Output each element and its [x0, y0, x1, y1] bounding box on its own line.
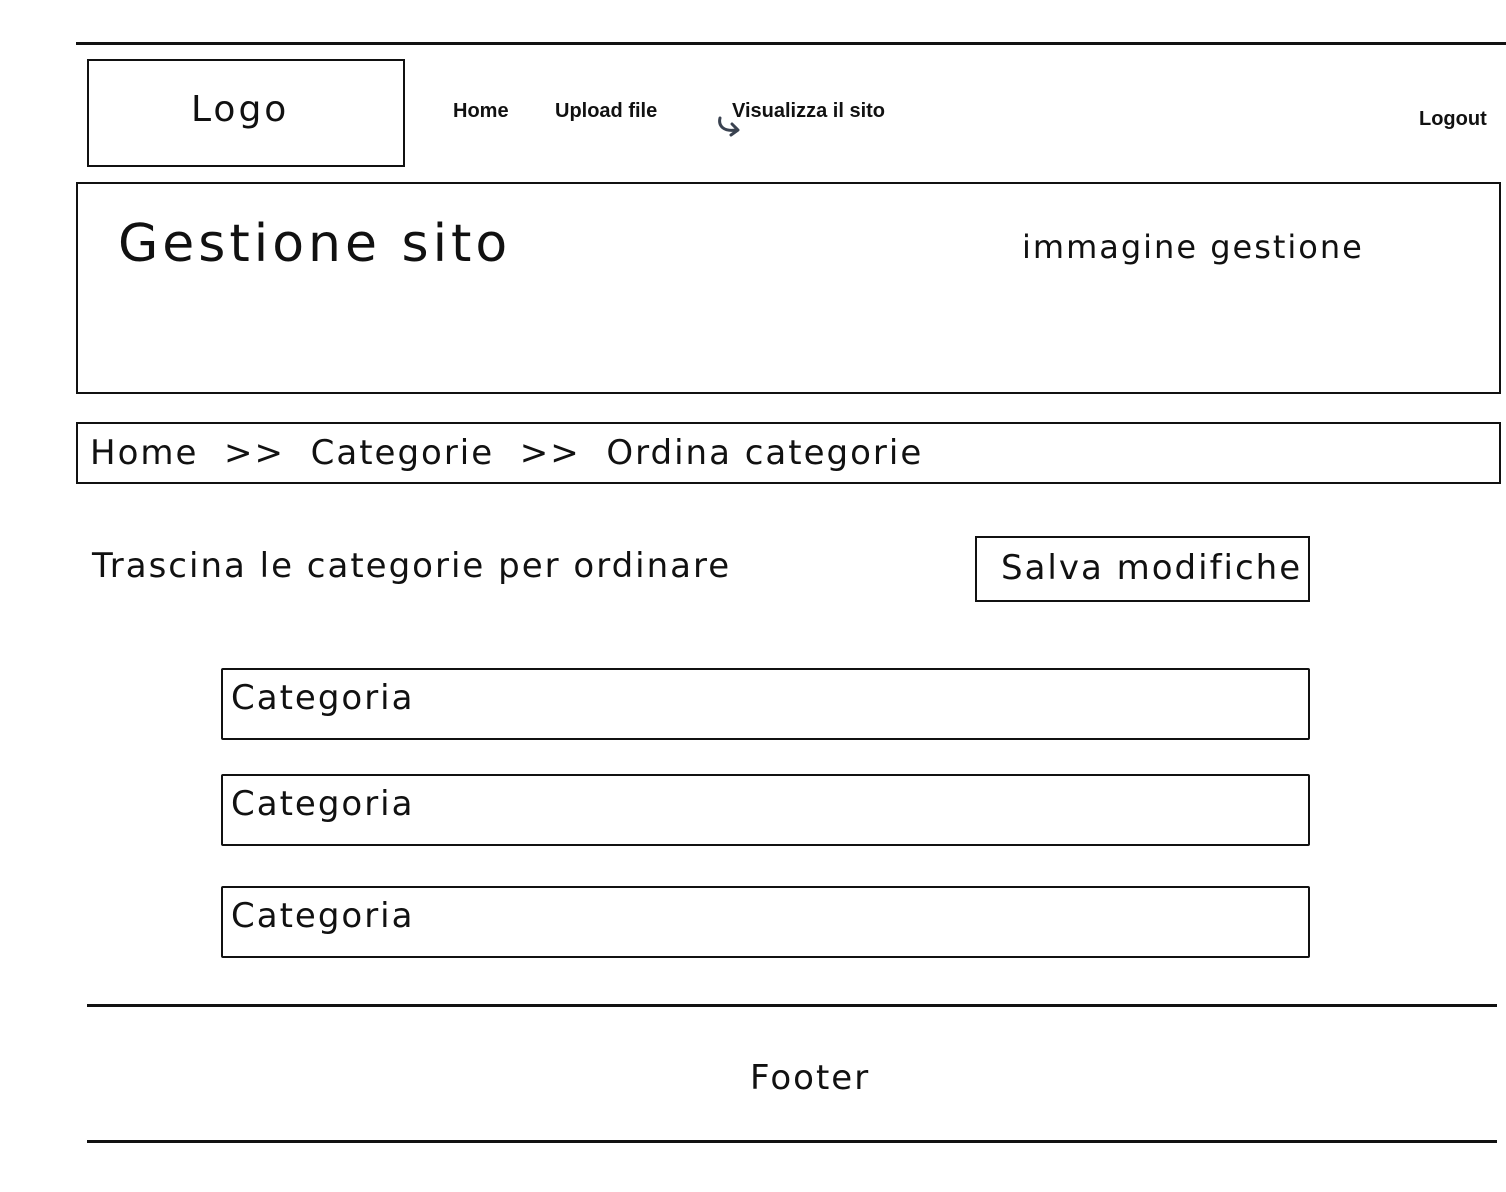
- save-button[interactable]: Salva modifiche: [975, 536, 1310, 602]
- breadcrumb: Home >> Categorie >> Ordina categorie: [76, 422, 1501, 484]
- breadcrumb-text[interactable]: Home >> Categorie >> Ordina categorie: [90, 433, 923, 473]
- instruction-text: Trascina le categorie per ordinare: [92, 546, 732, 586]
- footer-label: Footer: [750, 1058, 871, 1098]
- logo[interactable]: Logo: [87, 59, 405, 167]
- nav-home-link[interactable]: Home: [453, 100, 509, 123]
- category-label: Categoria: [231, 784, 415, 824]
- save-button-label: Salva modifiche: [1001, 548, 1303, 588]
- footer-bottom-rule: [87, 1140, 1497, 1143]
- logo-label: Logo: [191, 89, 290, 130]
- nav-upload-file-link[interactable]: Upload file: [555, 100, 657, 123]
- header-top-rule: [76, 42, 1506, 45]
- banner: Gestione sito immagine gestione: [76, 182, 1501, 394]
- category-item[interactable]: Categoria: [221, 886, 1310, 958]
- category-item[interactable]: Categoria: [221, 668, 1310, 740]
- logout-link[interactable]: Logout: [1419, 108, 1487, 131]
- category-label: Categoria: [231, 678, 415, 718]
- nav-view-site-link[interactable]: Visualizza il sito: [732, 100, 885, 123]
- page-title: Gestione sito: [118, 214, 512, 274]
- footer-top-rule: [87, 1004, 1497, 1007]
- category-item[interactable]: Categoria: [221, 774, 1310, 846]
- category-label: Categoria: [231, 896, 415, 936]
- banner-image-placeholder: immagine gestione: [1022, 228, 1364, 266]
